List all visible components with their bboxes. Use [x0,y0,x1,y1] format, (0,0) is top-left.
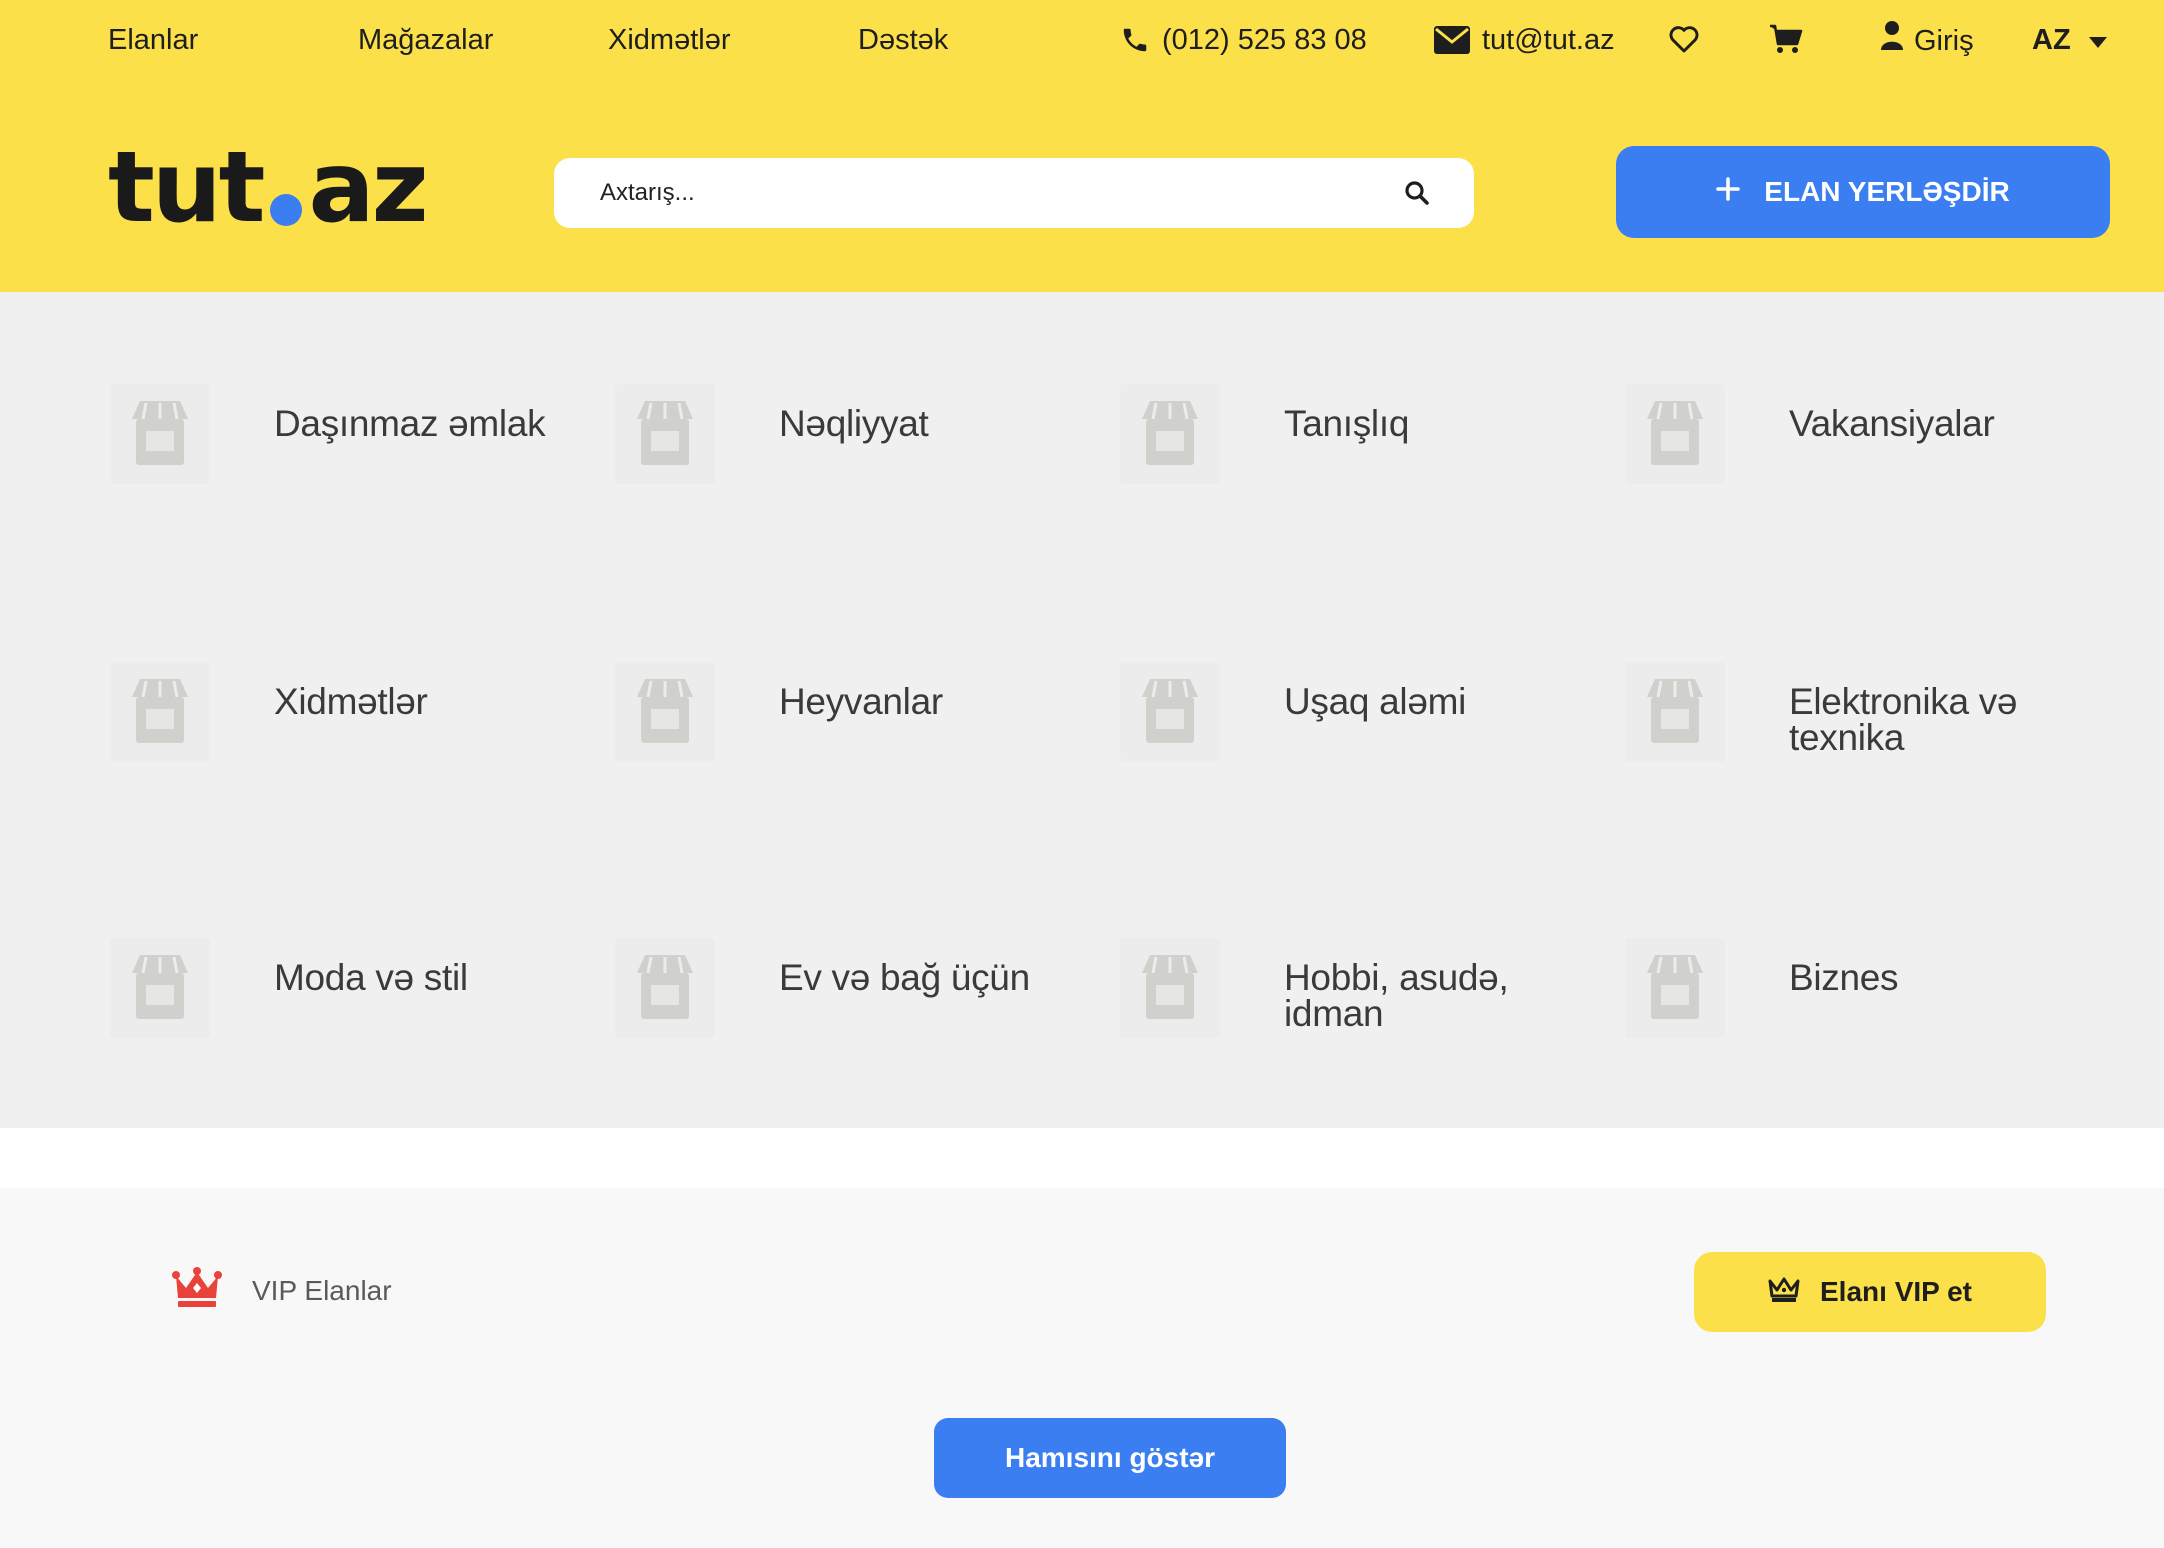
search-input[interactable] [600,179,1402,207]
phone-icon [1120,25,1150,55]
section-divider [0,1128,2164,1188]
show-all-button[interactable]: Hamısını göstər [934,1418,1286,1498]
logo-text-right: az [308,131,428,245]
category-label: Daşınmaz əmlak [274,403,546,444]
category-item[interactable]: Heyvanlar [615,662,1095,762]
store-icon [615,938,715,1038]
login-label: Giriş [1914,24,1974,57]
category-grid: Daşınmaz əmlak Nəqliyyat Tanışlıq Vakans… [0,292,2164,1128]
category-item[interactable]: Hobbi, asudə, idman [1120,938,1600,1038]
vip-title-label: VIP Elanlar [252,1274,392,1306]
category-label: Tanışlıq [1284,403,1410,444]
category-label: Vakansiyalar [1789,403,1995,444]
category-label: Ev və bağ üçün [779,957,1030,998]
category-item[interactable]: Xidmətlər [110,662,590,762]
envelope-icon [1434,26,1470,54]
vip-section-title: VIP Elanlar [172,1266,392,1315]
site-logo[interactable]: tut az [108,131,429,245]
crown-icon [172,1266,222,1315]
heart-icon [1668,24,1700,59]
category-label: Biznes [1789,957,1899,998]
store-icon [110,938,210,1038]
store-icon [110,662,210,762]
store-icon [110,384,210,484]
favorites-button[interactable] [1664,22,1704,60]
email-address: tut@tut.az [1482,24,1615,56]
user-icon [1880,20,1904,61]
email-contact[interactable]: tut@tut.az [1434,20,1615,60]
category-item[interactable]: Uşaq aləmi [1120,662,1600,762]
plus-icon [1716,176,1741,208]
post-ad-button[interactable]: ELAN YERLƏŞDİR [1616,146,2110,238]
store-icon [1625,938,1725,1038]
search-icon[interactable] [1402,178,1432,208]
store-icon [615,384,715,484]
category-item[interactable]: Elektronika və texnika [1625,662,2105,762]
login-button[interactable]: Giriş [1880,20,1974,61]
category-item[interactable]: Daşınmaz əmlak [110,384,590,484]
category-item[interactable]: Tanışlıq [1120,384,1600,484]
crown-outline-icon [1768,1275,1800,1310]
category-label: Moda və stil [274,957,468,998]
category-item[interactable]: Ev və bağ üçün [615,938,1095,1038]
store-icon [1625,384,1725,484]
store-icon [1120,384,1220,484]
post-ad-label: ELAN YERLƏŞDİR [1764,176,2010,207]
category-label: Xidmətlər [274,681,428,722]
logo-dot [270,194,303,226]
show-all-label: Hamısını göstər [1004,1442,1216,1473]
language-label: AZ [2032,24,2071,56]
make-vip-button[interactable]: Elanı VIP et [1694,1252,2046,1332]
category-item[interactable]: Vakansiyalar [1625,384,2105,484]
make-vip-label: Elanı VIP et [1820,1276,1972,1307]
site-header: Elanlar Mağazalar Xidmətlər Dəstək (012)… [0,0,2164,292]
cart-icon [1769,24,1803,59]
nav-link-magazalar[interactable]: Mağazalar [358,20,493,60]
store-icon [1625,662,1725,762]
phone-contact[interactable]: (012) 525 83 08 [1120,20,1367,60]
nav-link-destek[interactable]: Dəstək [858,20,948,60]
category-item[interactable]: Nəqliyyat [615,384,1095,484]
nav-link-xidmetler[interactable]: Xidmətlər [608,20,731,60]
category-label: Hobbi, asudə, idman [1284,957,1509,1034]
logo-text-left: tut [108,131,265,245]
store-icon [615,662,715,762]
search-bar [554,158,1474,228]
category-item[interactable]: Biznes [1625,938,2105,1038]
nav-link-elanlar[interactable]: Elanlar [108,20,198,60]
chevron-down-icon [2088,20,2107,60]
category-label: Elektronika və texnika [1789,681,2018,758]
store-icon [1120,662,1220,762]
category-label: Heyvanlar [779,681,943,722]
language-selector[interactable]: AZ [2032,20,2107,60]
category-label: Uşaq aləmi [1284,681,1467,722]
store-icon [1120,938,1220,1038]
phone-number: (012) 525 83 08 [1162,24,1367,56]
cart-button[interactable] [1766,22,1806,60]
category-item[interactable]: Moda və stil [110,938,590,1038]
category-label: Nəqliyyat [779,403,929,444]
